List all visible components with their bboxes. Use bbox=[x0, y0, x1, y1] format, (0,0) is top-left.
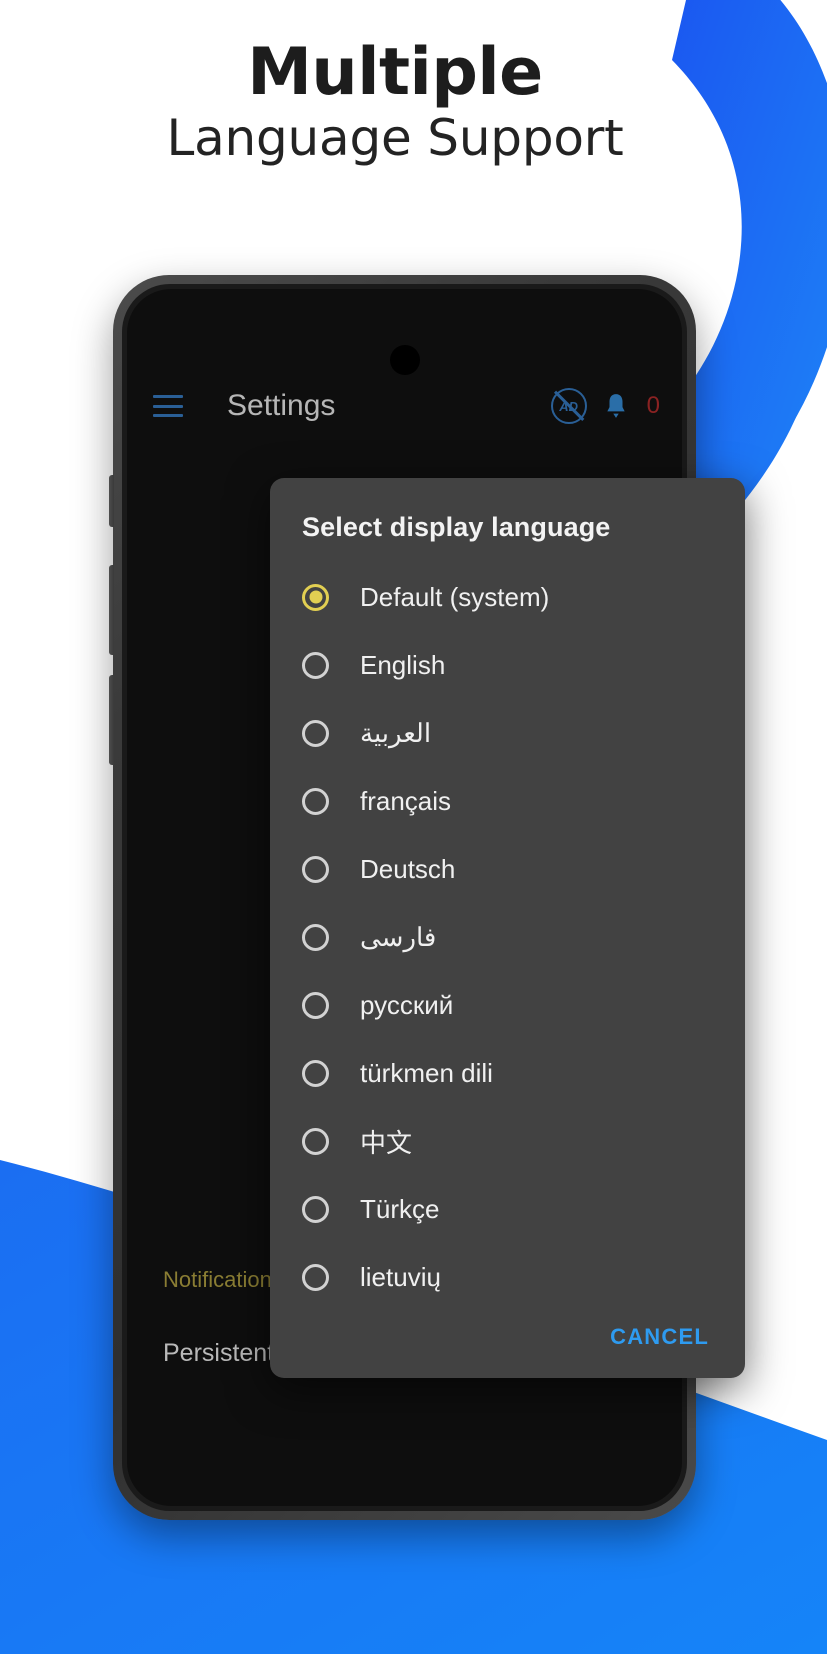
bell-glyph bbox=[606, 394, 625, 418]
page-title: Settings bbox=[227, 389, 336, 422]
app-bar: Settings AD 0 bbox=[127, 375, 682, 437]
radio-unselected-icon[interactable] bbox=[302, 1195, 329, 1223]
language-option-label: Türkçe bbox=[360, 1193, 440, 1224]
language-option[interactable]: Default (system) bbox=[270, 563, 745, 631]
language-option-label: 中文 bbox=[360, 1127, 413, 1158]
language-option-label: lietuvių bbox=[360, 1261, 441, 1292]
headline-line-2: Language Support bbox=[166, 109, 624, 167]
language-option[interactable]: français bbox=[270, 767, 745, 835]
front-camera-punchhole bbox=[389, 345, 420, 375]
radio-unselected-icon[interactable] bbox=[302, 1127, 329, 1155]
phone-button-mute[interactable] bbox=[109, 475, 114, 527]
radio-selected-icon[interactable] bbox=[302, 583, 329, 611]
phone-button-volume-down[interactable] bbox=[109, 675, 114, 765]
radio-unselected-icon[interactable] bbox=[302, 923, 329, 951]
dialog-title: Select display language bbox=[302, 512, 611, 542]
language-option[interactable]: English bbox=[270, 631, 745, 699]
language-option-label: русский bbox=[360, 989, 454, 1020]
cancel-button[interactable]: CANCEL bbox=[604, 1316, 715, 1358]
headline-line-1: Multiple bbox=[247, 35, 543, 110]
radio-unselected-icon[interactable] bbox=[302, 719, 329, 747]
radio-unselected-icon[interactable] bbox=[302, 855, 329, 883]
language-option-list: Default (system) English العربية français De… bbox=[270, 563, 745, 1311]
language-option-label: türkmen dili bbox=[360, 1057, 493, 1088]
language-option-label: العربية bbox=[360, 717, 432, 748]
hamburger-menu-icon[interactable] bbox=[153, 395, 183, 417]
language-option[interactable]: Deutsch bbox=[270, 835, 745, 903]
language-option-label: Default (system) bbox=[360, 581, 550, 612]
language-option[interactable]: Türkçe bbox=[270, 1175, 745, 1243]
settings-section-notifications: Notifications bbox=[163, 1267, 283, 1292]
headline-block: Multiple Language Support bbox=[0, 40, 790, 173]
language-option[interactable]: العربية bbox=[270, 699, 745, 767]
bell-notification-icon[interactable] bbox=[603, 391, 629, 421]
select-language-dialog: Select display language Default (system)… bbox=[270, 478, 745, 1378]
radio-unselected-icon[interactable] bbox=[302, 787, 329, 815]
language-option-label: Deutsch bbox=[360, 853, 456, 884]
phone-button-volume-up[interactable] bbox=[109, 565, 114, 655]
language-option[interactable]: 中文 bbox=[270, 1107, 745, 1175]
ad-block-icon[interactable]: AD bbox=[550, 388, 587, 424]
dialog-action-bar: CANCEL bbox=[604, 1316, 715, 1358]
language-option[interactable]: русский bbox=[270, 971, 745, 1039]
promo-screenshot: Multiple Language Support Settings 0 Not… bbox=[0, 0, 827, 1654]
radio-unselected-icon[interactable] bbox=[302, 651, 329, 679]
language-option[interactable]: lietuvių bbox=[270, 1243, 745, 1311]
notification-badge-count: 0 bbox=[646, 392, 660, 419]
radio-unselected-icon[interactable] bbox=[302, 991, 329, 1019]
language-option-label: français bbox=[360, 785, 452, 816]
app-bar-actions: AD 0 bbox=[550, 388, 660, 424]
language-option[interactable]: türkmen dili bbox=[270, 1039, 745, 1107]
language-option-label: English bbox=[360, 649, 446, 680]
language-option-label: فارسی bbox=[360, 921, 437, 952]
language-option[interactable]: فارسی bbox=[270, 903, 745, 971]
radio-unselected-icon[interactable] bbox=[302, 1263, 329, 1291]
radio-unselected-icon[interactable] bbox=[302, 1059, 329, 1087]
